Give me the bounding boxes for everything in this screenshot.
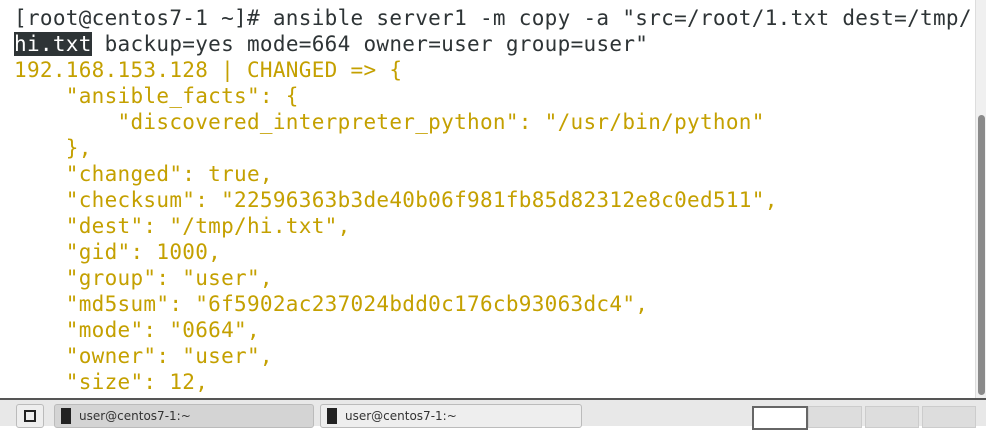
command-line-2: hi.txt backup=yes mode=664 owner=user gr… — [14, 32, 649, 56]
command-line-1: [root@centos7-1 ~]# ansible server1 -m c… — [14, 6, 972, 30]
output-line: "group": "user", — [14, 266, 273, 290]
workspace-1[interactable] — [752, 406, 808, 430]
terminal-icon — [61, 408, 71, 424]
window-label: user@centos7-1:~ — [79, 409, 191, 423]
output-line: "owner": "user", — [14, 344, 273, 368]
window-label: user@centos7-1:~ — [345, 409, 457, 423]
output-line: "discovered_interpreter_python": "/usr/b… — [14, 110, 765, 134]
taskbar: user@centos7-1:~ user@centos7-1:~ — [0, 398, 986, 430]
show-desktop-button[interactable] — [16, 404, 44, 428]
output-line: "checksum": "22596363b3de40b06f981fb85d8… — [14, 188, 778, 212]
taskbar-window-1[interactable]: user@centos7-1:~ — [54, 404, 314, 428]
workspace-3[interactable] — [865, 406, 919, 428]
scrollbar-thumb[interactable] — [978, 115, 985, 395]
terminal-window[interactable]: [root@centos7-1 ~]# ansible server1 -m c… — [0, 0, 975, 398]
workspace-2[interactable] — [808, 406, 862, 428]
output-line: 192.168.153.128 | CHANGED => { — [14, 58, 403, 82]
workspace-4[interactable] — [922, 406, 976, 428]
output-line: "dest": "/tmp/hi.txt", — [14, 214, 351, 238]
output-line: "gid": 1000, — [14, 240, 222, 264]
window-switch-icon — [24, 410, 36, 422]
terminal-icon — [327, 408, 337, 424]
taskbar-window-2[interactable]: user@centos7-1:~ — [320, 404, 582, 428]
output-line: "mode": "0664", — [14, 318, 260, 342]
output-line: "size": 12, — [14, 370, 209, 394]
output-line: "ansible_facts": { — [14, 84, 299, 108]
output-line: "changed": true, — [14, 162, 273, 186]
output-line: "md5sum": "6f5902ac237024bdd0c176cb93063… — [14, 292, 649, 316]
selected-text: hi.txt — [14, 32, 92, 56]
output-line: }, — [14, 136, 92, 160]
scrollbar[interactable] — [975, 0, 986, 398]
